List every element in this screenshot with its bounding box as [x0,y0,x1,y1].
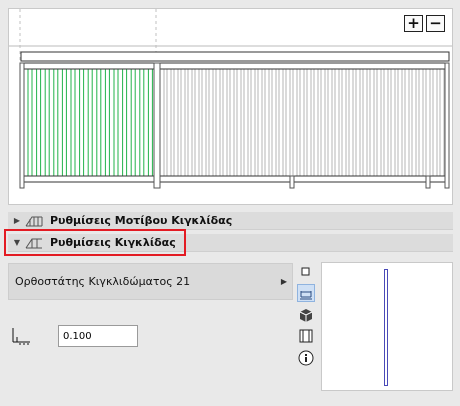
baluster-selected [87,68,93,177]
baluster [254,68,259,177]
info-icon[interactable] [297,349,315,367]
post-right [444,62,450,189]
baluster-selected [70,68,76,177]
baluster-selected [113,68,119,177]
baluster [268,68,273,177]
baluster [198,68,203,177]
baluster [373,68,378,177]
baluster-group [27,68,448,177]
baluster [219,68,224,177]
baluster [177,68,182,177]
chevron-right-icon: ▶ [280,277,287,286]
baluster-selected [96,68,102,177]
post-small [425,175,431,189]
baluster [282,68,287,177]
baluster [247,68,252,177]
baluster [226,68,231,177]
baluster-selected [61,68,67,177]
baluster [352,68,357,177]
baluster [345,68,350,177]
baluster [380,68,385,177]
dropdown-selected-label: Ορθοστάτης Κιγκλιδώματος 21 [15,275,191,288]
post-left [19,62,25,189]
baluster-selected [27,68,33,177]
baluster [261,68,266,177]
baluster [422,68,427,177]
zoom-out-button[interactable]: − [426,15,445,32]
section-pattern-label: Ρυθμίσεις Μοτίβου Κιγκλίδας [50,214,233,227]
baluster-selected [147,68,153,177]
baluster [436,68,441,177]
baluster-selected [53,68,59,177]
baluster [338,68,343,177]
baluster [289,68,294,177]
width-dimension-icon [12,328,31,345]
baluster-selected [36,68,42,177]
baluster [408,68,413,177]
baluster [296,68,301,177]
baluster [394,68,399,177]
baluster [310,68,315,177]
railing-pattern-drawing [9,9,452,189]
baluster-selected [139,68,145,177]
baluster [415,68,420,177]
baluster [233,68,238,177]
baluster [331,68,336,177]
preview-2d-icon[interactable] [297,263,315,281]
baluster-selected [104,68,110,177]
baluster-selected [44,68,50,177]
baluster [387,68,392,177]
post-main [153,62,161,189]
preview-3d-icon[interactable] [297,306,315,324]
baluster-object-dropdown[interactable]: Ορθοστάτης Κιγκλιδώματος 21 ▶ [8,263,293,300]
post-small [289,175,295,189]
baluster [212,68,217,177]
baluster [184,68,189,177]
top-rail [20,51,450,62]
baluster-selected [122,68,128,177]
baluster [401,68,406,177]
film-strip-icon[interactable] [297,327,315,345]
baluster [240,68,245,177]
expand-triangle-icon: ▶ [13,216,21,225]
baluster [170,68,175,177]
baluster [303,68,308,177]
preview-elevation-icon[interactable] [297,284,315,302]
baluster [205,68,210,177]
width-input[interactable] [58,325,138,347]
baluster-profile [384,269,388,386]
baluster [366,68,371,177]
zoom-in-button[interactable]: + [404,15,423,32]
section-pattern-settings[interactable]: ▶ Ρυθμίσεις Μοτίβου Κιγκλίδας [8,212,453,230]
baluster-selected [130,68,136,177]
baluster [359,68,364,177]
handrail [20,62,450,70]
pattern-preview[interactable]: + − [8,8,453,205]
baluster [429,68,434,177]
baluster [324,68,329,177]
baluster [191,68,196,177]
bottom-rail [20,175,450,183]
highlight-box [4,229,186,256]
baluster-selected [79,68,85,177]
baluster [317,68,322,177]
object-preview [321,262,453,391]
baluster [163,68,168,177]
railing-pattern-icon [25,216,43,226]
baluster [275,68,280,177]
